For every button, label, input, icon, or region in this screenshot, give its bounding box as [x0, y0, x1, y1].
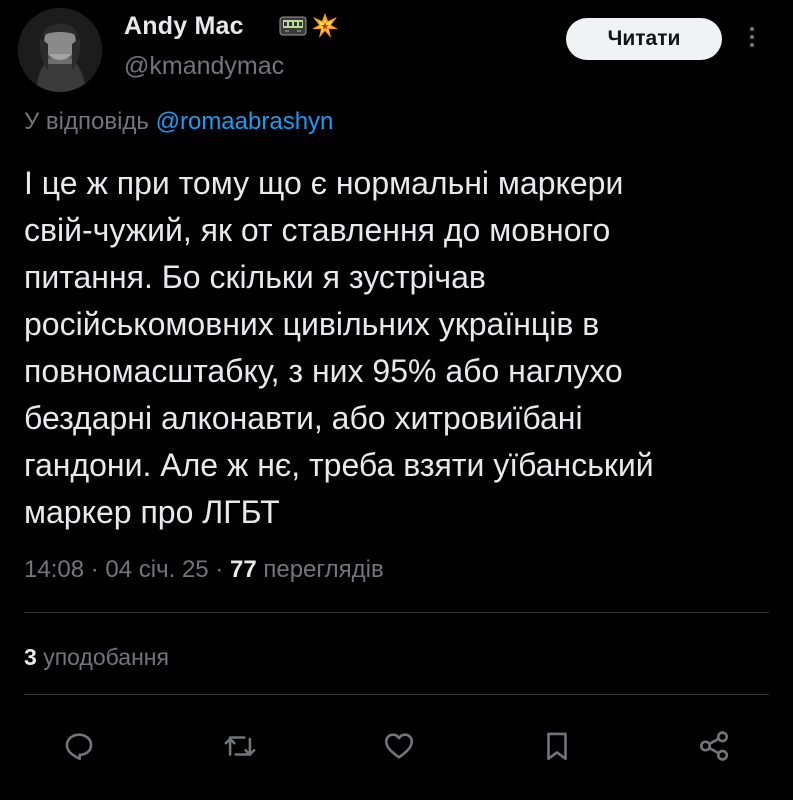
reply-mention-link[interactable]: @romaabrashyn [156, 108, 334, 135]
meta-separator: · [90, 556, 99, 583]
reply-prefix: У відповідь [24, 108, 149, 135]
tweet-date[interactable]: 04 січ. 25 [105, 556, 208, 583]
display-name[interactable]: Andy Mac [124, 12, 244, 41]
tweet-header: Andy Mac @kmandymac Читати [0, 0, 793, 100]
share-button[interactable] [694, 726, 734, 766]
heart-icon [384, 733, 414, 759]
reply-context: У відповідь @romaabrashyn [24, 108, 333, 136]
retweet-button[interactable] [220, 726, 260, 766]
collision-emoji-icon [312, 13, 338, 38]
divider [24, 694, 769, 695]
avatar[interactable] [18, 8, 102, 92]
avatar-image [18, 8, 102, 92]
like-button[interactable] [379, 726, 419, 766]
reply-button[interactable] [59, 726, 99, 766]
likes-summary[interactable]: 3 уподобання [24, 644, 169, 671]
tweet-meta: 14:08 · 04 січ. 25 · 77 переглядів [24, 556, 384, 584]
views-count: 77 [229, 556, 257, 583]
share-icon [699, 731, 729, 761]
tweet-time[interactable]: 14:08 [24, 556, 84, 583]
reply-icon [65, 733, 93, 761]
more-options-icon[interactable] [745, 24, 759, 54]
name-badges [279, 12, 339, 40]
likes-count: 3 [24, 644, 37, 670]
divider [24, 612, 769, 613]
bookmark-icon [547, 732, 567, 761]
tweet-text: І це ж при тому що є нормальні маркери с… [24, 165, 654, 530]
pager-emoji-icon [279, 16, 307, 36]
meta-separator: · [215, 556, 224, 583]
follow-button[interactable]: Читати [566, 18, 722, 60]
views-label: переглядів [263, 556, 384, 583]
retweet-icon [224, 736, 256, 756]
bookmark-button[interactable] [537, 726, 577, 766]
likes-label: уподобання [43, 644, 169, 670]
author-handle[interactable]: @kmandymac [124, 52, 284, 81]
